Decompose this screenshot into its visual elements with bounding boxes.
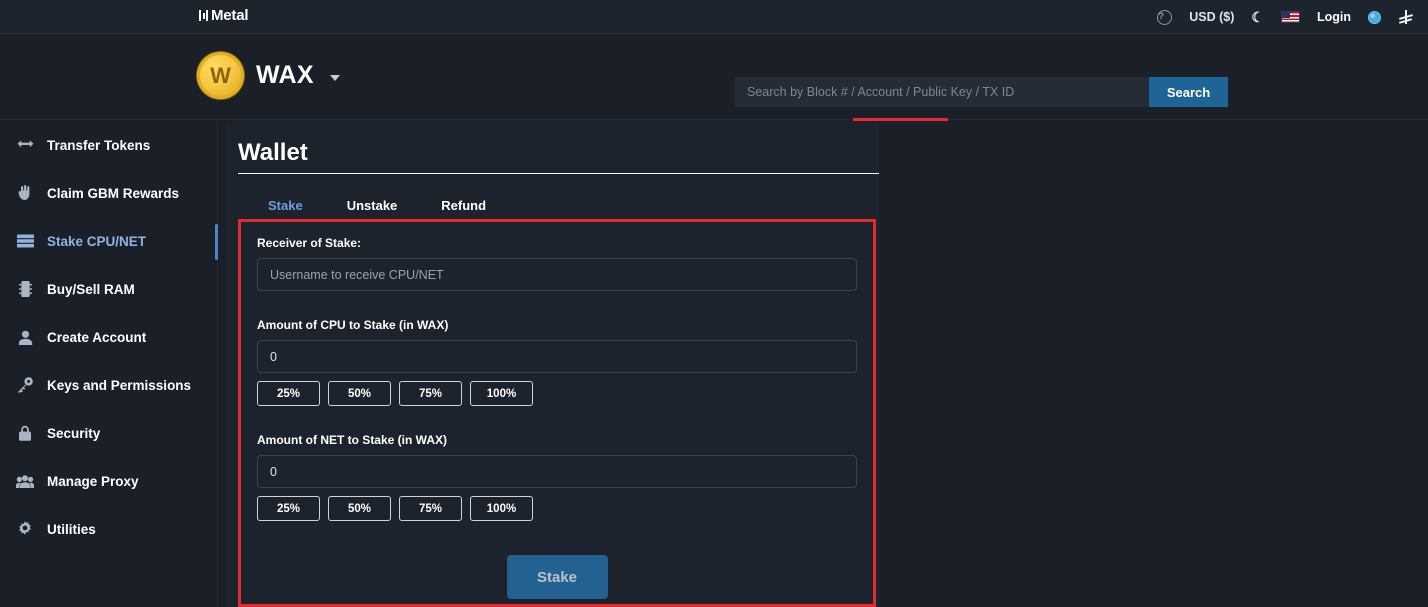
net-amount-label: Amount of NET to Stake (in WAX)	[257, 433, 447, 447]
moon-icon[interactable]: ☾	[1251, 10, 1264, 24]
sidebar-item-keys-and-permissions[interactable]: Keys and Permissions	[0, 361, 217, 409]
cpu-percent-75[interactable]: 75%	[399, 381, 462, 406]
cpu-amount-label: Amount of CPU to Stake (in WAX)	[257, 318, 449, 332]
sidebar-item-label: Transfer Tokens	[47, 137, 151, 153]
metal-logo-label: Metal	[211, 7, 249, 24]
sidebar-item-label: Claim GBM Rewards	[47, 185, 180, 201]
wallet-tabs: Stake Unstake Refund	[246, 191, 508, 220]
sidebar-item-manage-proxy[interactable]: Manage Proxy	[0, 457, 217, 505]
arrows-horizontal-icon	[16, 139, 34, 151]
main-content: Wallet Stake Unstake Refund Receiver of …	[219, 121, 1428, 607]
metal-bars-icon	[199, 9, 208, 22]
sidebar-item-label: Stake CPU/NET	[47, 233, 147, 249]
net-percent-100[interactable]: 100%	[470, 496, 533, 521]
sidebar-item-label: Security	[47, 425, 101, 441]
tab-stake[interactable]: Stake	[246, 191, 325, 220]
tab-unstake[interactable]: Unstake	[325, 191, 420, 220]
wallet-connect-icon[interactable]	[1398, 9, 1414, 25]
sidebar-item-stake-cpu-net[interactable]: Stake CPU/NET	[0, 217, 218, 265]
net-percent-75[interactable]: 75%	[399, 496, 462, 521]
search-input[interactable]	[735, 77, 1149, 107]
stake-submit-button[interactable]: Stake	[506, 555, 608, 599]
cpu-percent-50[interactable]: 50%	[328, 381, 391, 406]
tab-refund[interactable]: Refund	[419, 191, 508, 220]
wallet-panel: Wallet Stake Unstake Refund Receiver of …	[226, 121, 879, 607]
sidebar-item-utilities[interactable]: Utilities	[0, 505, 217, 553]
sidebar-item-security[interactable]: Security	[0, 409, 217, 457]
hand-coin-icon	[16, 185, 34, 201]
top-utility-actions: ? USD ($) ☾ Login	[1157, 0, 1414, 34]
gear-icon	[16, 521, 34, 537]
sidebar: Transfer Tokens Claim GBM Rewards Stake …	[0, 121, 218, 607]
net-percent-buttons: 25% 50% 75% 100%	[257, 496, 857, 521]
help-icon[interactable]: ?	[1157, 9, 1173, 25]
sidebar-item-label: Buy/Sell RAM	[47, 281, 135, 297]
sidebar-item-create-account[interactable]: Create Account	[0, 313, 217, 361]
top-utility-bar: Metal ? USD ($) ☾ Login	[0, 0, 1428, 34]
key-icon	[16, 377, 34, 393]
net-percent-25[interactable]: 25%	[257, 496, 320, 521]
metal-logo[interactable]: Metal	[199, 7, 249, 24]
users-group-icon	[16, 474, 34, 488]
page-title: Wallet	[238, 139, 308, 166]
receiver-label: Receiver of Stake:	[257, 236, 362, 250]
cpu-percent-25[interactable]: 25%	[257, 381, 320, 406]
globe-icon[interactable]	[1368, 10, 1381, 24]
cpu-amount-input[interactable]	[257, 340, 857, 373]
lock-icon	[16, 425, 34, 441]
net-amount-input[interactable]	[257, 455, 857, 488]
sidebar-item-transfer-tokens[interactable]: Transfer Tokens	[0, 121, 217, 169]
search-button[interactable]: Search	[1149, 77, 1228, 107]
stake-form-highlight: Receiver of Stake: Amount of CPU to Stak…	[238, 219, 876, 607]
title-divider	[238, 173, 879, 174]
wax-coin-icon	[197, 52, 244, 99]
net-percent-50[interactable]: 50%	[328, 496, 391, 521]
sidebar-item-label: Create Account	[47, 329, 147, 345]
cpu-percent-100[interactable]: 100%	[470, 381, 533, 406]
server-stack-icon	[16, 234, 34, 248]
sidebar-item-label: Keys and Permissions	[47, 377, 192, 393]
sidebar-item-claim-gbm-rewards[interactable]: Claim GBM Rewards	[0, 169, 217, 217]
search-bar: Search	[735, 77, 1228, 107]
currency-selector[interactable]: USD ($)	[1189, 10, 1234, 24]
chevron-down-icon[interactable]	[329, 75, 340, 81]
submit-row: Stake	[257, 555, 857, 599]
us-flag-icon[interactable]	[1280, 11, 1300, 23]
sidebar-item-buy-sell-ram[interactable]: Buy/Sell RAM	[0, 265, 217, 313]
stake-form: Receiver of Stake: Amount of CPU to Stak…	[241, 222, 873, 604]
brand-nav-bar: WAX Search 🏠 Account Wallet Vote dApps L…	[0, 34, 1428, 150]
sidebar-item-label: Utilities	[47, 521, 96, 537]
memory-chip-icon	[16, 281, 34, 297]
user-icon	[16, 330, 34, 345]
cpu-percent-buttons: 25% 50% 75% 100%	[257, 381, 857, 406]
chain-selector[interactable]: WAX	[197, 52, 340, 99]
chain-name: WAX	[256, 61, 314, 89]
sidebar-item-label: Manage Proxy	[47, 473, 139, 489]
login-button[interactable]: Login	[1317, 10, 1351, 24]
receiver-input[interactable]	[257, 258, 857, 291]
